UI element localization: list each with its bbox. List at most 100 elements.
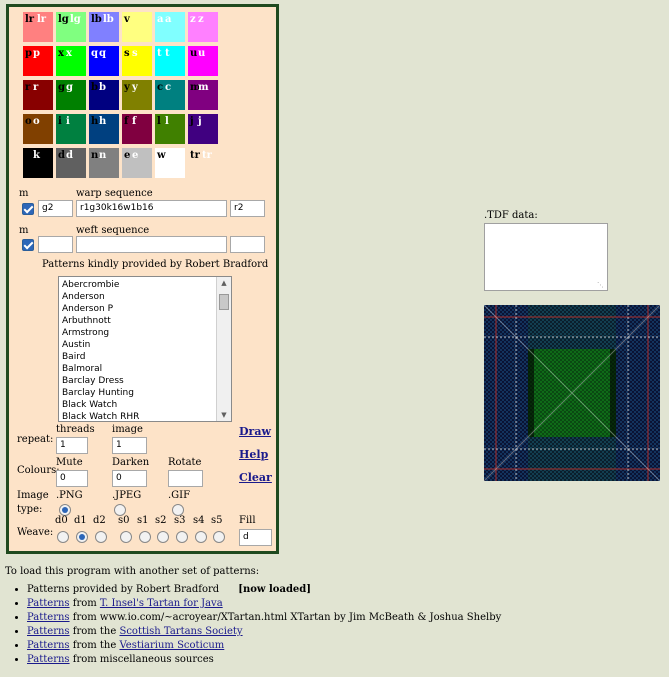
swatch-h[interactable]: hh: [89, 114, 119, 144]
weave-s0-label: s0: [118, 515, 130, 526]
swatch-w[interactable]: w: [155, 148, 185, 178]
weave-d0-label: d0: [55, 515, 68, 526]
pattern-option[interactable]: Austin: [62, 339, 217, 351]
pattern-option[interactable]: Barclay Dress: [62, 375, 217, 387]
mute-input[interactable]: 0: [56, 470, 88, 487]
swatch-o[interactable]: oo: [23, 114, 53, 144]
swatch-n[interactable]: nn: [89, 148, 119, 178]
swatch-p[interactable]: pp: [23, 46, 53, 76]
darken-input[interactable]: 0: [112, 470, 147, 487]
pattern-option[interactable]: Black Watch: [62, 399, 217, 411]
warp-suffix-input[interactable]: r2: [230, 200, 265, 217]
threads-input[interactable]: 1: [56, 437, 88, 454]
patterns-link[interactable]: Patterns: [27, 598, 70, 609]
pattern-option[interactable]: Abercrombie: [62, 279, 217, 291]
patterns-link[interactable]: Patterns: [27, 640, 70, 651]
pattern-option[interactable]: Arbuthnott: [62, 315, 217, 327]
swatch-c[interactable]: cc: [155, 80, 185, 110]
swatch-k[interactable]: kk: [23, 148, 53, 178]
swatch-code-alt: k: [33, 150, 40, 161]
fill-label: Fill: [239, 515, 256, 526]
source-link[interactable]: Scottish Tartans Society: [119, 626, 242, 637]
fill-input[interactable]: d: [239, 529, 272, 546]
weave-s4-radio[interactable]: [195, 531, 207, 543]
patterns-scrollbar[interactable]: ▲ ▼: [216, 277, 231, 421]
scroll-up-arrow-icon[interactable]: ▲: [217, 277, 231, 289]
swatch-code: k: [25, 150, 32, 161]
weave-d1-radio[interactable]: [76, 531, 88, 543]
weft-m-checkbox[interactable]: [22, 239, 34, 251]
patterns-link[interactable]: Patterns: [27, 612, 70, 623]
weave-d2-radio[interactable]: [95, 531, 107, 543]
swatch-z[interactable]: zz: [188, 12, 218, 42]
swatch-b[interactable]: bb: [89, 80, 119, 110]
swatch-lb[interactable]: lb lb: [89, 12, 119, 42]
swatch-code-alt: d: [66, 150, 73, 161]
colours-label: Colours:: [17, 465, 60, 476]
patterns-link[interactable]: Patterns: [27, 654, 70, 665]
pattern-option[interactable]: Balmoral: [62, 363, 217, 375]
weave-s0-radio[interactable]: [120, 531, 132, 543]
weave-s5-radio[interactable]: [213, 531, 225, 543]
swatch-t[interactable]: tt: [155, 46, 185, 76]
swatch-q[interactable]: qq: [89, 46, 119, 76]
help-link[interactable]: Help: [239, 448, 268, 461]
warp-sequence-input[interactable]: r1g30k16w1b16: [76, 200, 227, 217]
tartan-editor-panel: lr lr lg lg lb lb v a a z z p p x x q q s s t t u u r r g g b b y y c c m…: [6, 4, 279, 554]
swatch-y[interactable]: yy: [122, 80, 152, 110]
swatch-code: g: [58, 82, 65, 93]
image-repeat-input[interactable]: 1: [112, 437, 147, 454]
pattern-option[interactable]: Armstrong: [62, 327, 217, 339]
swatch-code: n: [91, 150, 99, 161]
pattern-option[interactable]: Barclay Hunting: [62, 387, 217, 399]
swatch-lg[interactable]: lg lg: [56, 12, 86, 42]
clear-link[interactable]: Clear: [239, 471, 272, 484]
pattern-option[interactable]: Baird: [62, 351, 217, 363]
swatch-code-alt: x: [66, 48, 72, 59]
weft-sequence-input[interactable]: [76, 236, 227, 253]
source-link[interactable]: Vestiarium Scoticum: [119, 640, 224, 651]
swatch-v[interactable]: v: [122, 12, 152, 42]
swatch-tr[interactable]: tr tr: [188, 148, 218, 178]
patterns-link[interactable]: Patterns: [27, 626, 70, 637]
swatch-s[interactable]: ss: [122, 46, 152, 76]
weave-s2-radio[interactable]: [157, 531, 169, 543]
swatch-j[interactable]: jj: [188, 114, 218, 144]
warp-prefix-input[interactable]: g2: [38, 200, 73, 217]
swatch-r[interactable]: rr: [23, 80, 53, 110]
weave-s3-radio[interactable]: [176, 531, 188, 543]
pattern-option[interactable]: Black Watch RHR: [62, 411, 217, 421]
swatch-l[interactable]: ll: [155, 114, 185, 144]
swatch-lr[interactable]: lr lr: [23, 12, 53, 42]
scroll-down-arrow-icon[interactable]: ▼: [217, 409, 231, 421]
swatch-d[interactable]: dd: [56, 148, 86, 178]
tartan-preview-image: [484, 305, 660, 481]
warp-m-checkbox[interactable]: [22, 203, 34, 215]
swatch-u[interactable]: uu: [188, 46, 218, 76]
pattern-option[interactable]: Anderson: [62, 291, 217, 303]
weave-d0-radio[interactable]: [57, 531, 69, 543]
scroll-thumb[interactable]: [219, 294, 229, 310]
tdf-data-textarea[interactable]: ⋱: [484, 223, 608, 291]
source-link[interactable]: T. Insel's Tartan for Java: [100, 598, 223, 609]
swatch-e[interactable]: ee: [122, 148, 152, 178]
swatch-x[interactable]: xx: [56, 46, 86, 76]
pattern-option[interactable]: Anderson P: [62, 303, 217, 315]
swatch-code-alt: tr: [202, 150, 212, 161]
swatch-f[interactable]: ff: [122, 114, 152, 144]
pattern-source-item: Patterns from www.io.com/~acroyear/XTart…: [27, 611, 501, 625]
swatch-i[interactable]: ii: [56, 114, 86, 144]
swatch-g[interactable]: gg: [56, 80, 86, 110]
draw-link[interactable]: Draw: [239, 425, 271, 438]
weft-prefix-input[interactable]: [38, 236, 73, 253]
weft-suffix-input[interactable]: [230, 236, 265, 253]
resize-grip-icon[interactable]: ⋱: [597, 281, 604, 289]
swatch-a[interactable]: aa: [155, 12, 185, 42]
swatch-code: o: [25, 116, 32, 127]
source-text: from the: [69, 640, 120, 651]
rotate-input[interactable]: [168, 470, 203, 487]
swatch-m[interactable]: mm: [188, 80, 218, 110]
weave-s1-radio[interactable]: [139, 531, 151, 543]
patterns-listbox[interactable]: Abercrombie Anderson Anderson P Arbuthnott A…: [58, 276, 232, 422]
swatch-code-alt: p: [33, 48, 40, 59]
